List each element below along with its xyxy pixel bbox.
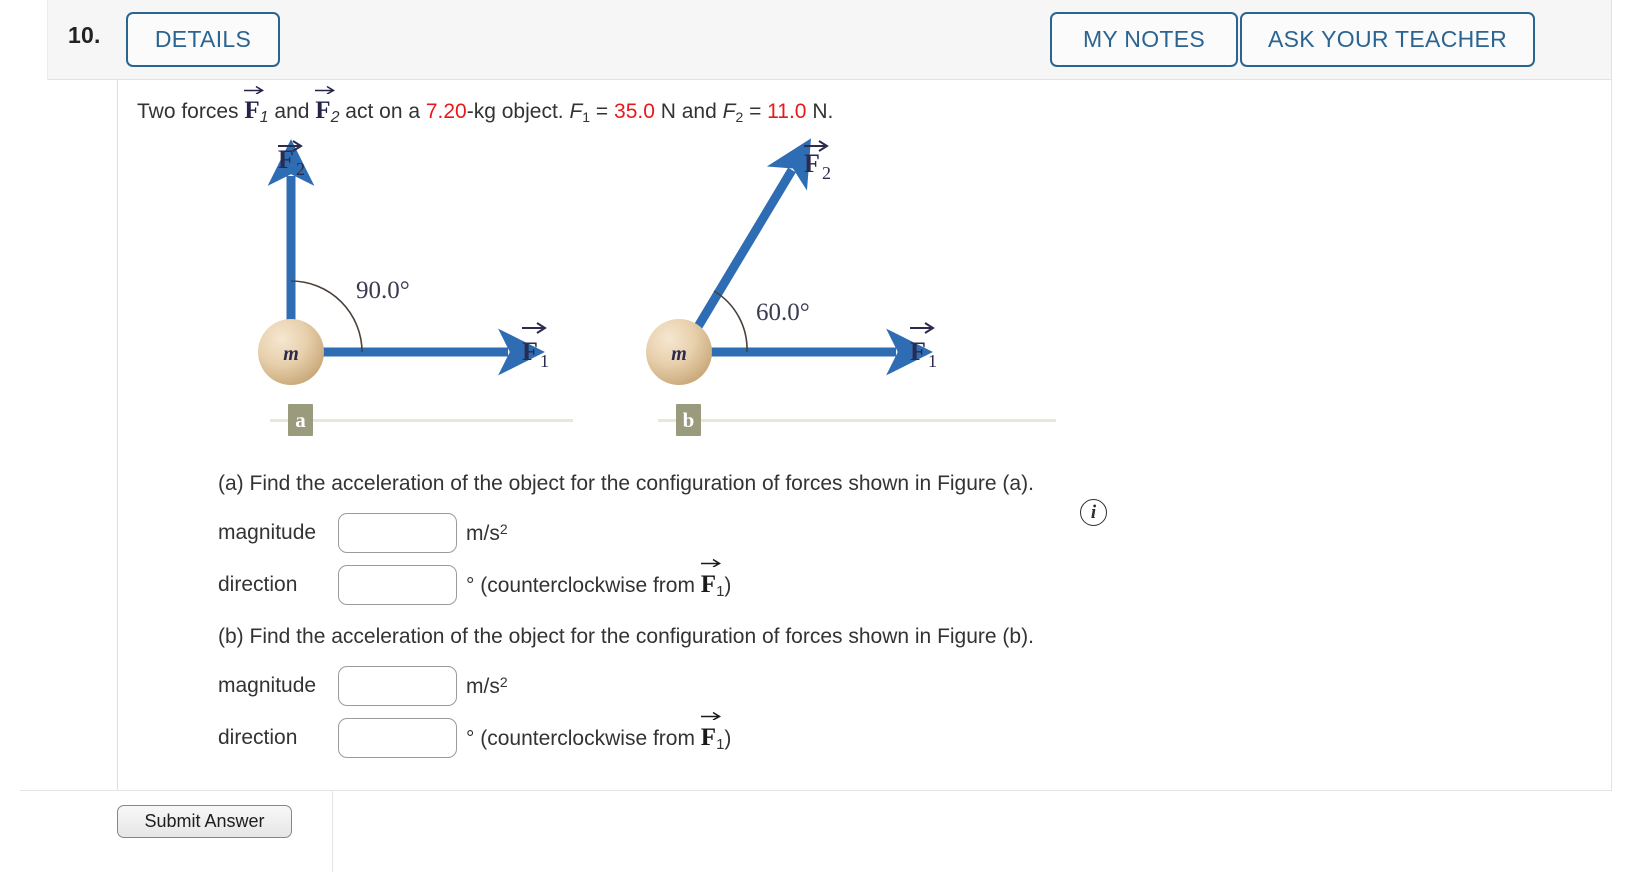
angle-label-a: 90.0°	[356, 277, 410, 304]
problem-text-3: act on a	[339, 100, 426, 123]
question-number: 10.	[68, 22, 101, 48]
vector-letter: F	[315, 97, 331, 124]
F1-value: 35.0	[614, 100, 655, 123]
overarrow-icon	[910, 322, 935, 334]
unit-exponent: 2	[499, 673, 508, 690]
part-b-direction-row: direction ° (counterclockwise from F1)	[218, 711, 1034, 758]
question-part-a: (a) Find the acceleration of the object …	[218, 472, 1034, 605]
problem-text-1: Two forces	[137, 100, 245, 123]
figure-b-F2-label: F 2	[804, 140, 831, 183]
figure-b-caption-rule	[658, 419, 1056, 422]
overarrow-icon	[700, 711, 721, 720]
part-b-direction-label: direction	[218, 726, 298, 749]
problem-statement: Two forces F1 and F2 act on a 7.20-kg ob…	[137, 85, 834, 126]
svg-text:F: F	[804, 149, 820, 178]
vector-letter: F	[700, 570, 717, 598]
direction-vector-F1: F	[700, 558, 721, 599]
part-a-magnitude-label: magnitude	[218, 521, 317, 544]
F2-subscript: 2	[296, 159, 305, 179]
overarrow-icon	[522, 322, 547, 334]
part-a-title: (a) Find the acceleration of the object …	[218, 472, 1034, 495]
figure-b-F1-label: F 1	[910, 322, 937, 371]
equals-1: =	[590, 100, 615, 123]
svg-text:F: F	[910, 337, 926, 366]
part-b-direction-unit: ° (counterclockwise from F1)	[466, 711, 732, 753]
mass-label: m	[283, 343, 299, 365]
direction-unit-text: ° (counterclockwise from	[466, 726, 701, 750]
part-a-direction-label: direction	[218, 573, 298, 596]
part-a-direction-input[interactable]	[338, 565, 457, 605]
unit-base: m/s	[466, 674, 500, 698]
figure-a-caption-rule	[270, 419, 573, 422]
vector-F1-symbol: F	[244, 85, 265, 124]
my-notes-button[interactable]: MY NOTES	[1050, 12, 1238, 67]
svg-text:F: F	[522, 337, 538, 366]
F1-subscript: 1	[540, 351, 549, 371]
angle-label-b: 60.0°	[756, 299, 810, 326]
overarrow-icon	[244, 85, 265, 94]
part-b-magnitude-row: magnitude m/s2	[218, 666, 1034, 706]
direction-close-paren: )	[724, 726, 732, 750]
part-b-title: (b) Find the acceleration of the object …	[218, 625, 1034, 648]
unit-and: N and	[654, 100, 723, 123]
info-icon[interactable]: i	[1080, 499, 1107, 526]
figure-a-F2-label: F 2	[278, 140, 305, 179]
figure-b-diagram: m F 2 F 1 60.0°	[646, 138, 937, 385]
vector-letter: F	[244, 97, 260, 124]
question-content: Two forces F1 and F2 act on a 7.20-kg ob…	[117, 80, 1612, 790]
F1-subscript: 1	[928, 351, 937, 371]
part-a-direction-unit: ° (counterclockwise from F1)	[466, 558, 732, 600]
overarrow-icon	[315, 85, 336, 94]
figure-a-F1-label: F 1	[522, 322, 549, 371]
question-part-b: (b) Find the acceleration of the object …	[218, 625, 1034, 758]
problem-text-2: and	[268, 100, 316, 123]
details-button[interactable]: DETAILS	[126, 12, 280, 67]
figure-b-caption-tag: b	[676, 404, 701, 436]
direction-unit-text: ° (counterclockwise from	[466, 573, 701, 597]
mass-label: m	[671, 343, 687, 365]
figure-panel: m F 2 F 1 90.0° m F 2 F 1 60.0° a b	[118, 128, 1613, 448]
ask-your-teacher-button[interactable]: ASK YOUR TEACHER	[1240, 12, 1535, 67]
direction-close-paren: )	[724, 573, 732, 597]
part-a-magnitude-input[interactable]	[338, 513, 457, 553]
unit-end: N.	[806, 100, 834, 123]
overarrow-icon	[700, 558, 721, 567]
direction-vector-F1: F	[700, 711, 721, 752]
F2-value: 11.0	[767, 100, 807, 123]
equals-2: =	[743, 100, 768, 123]
unit-exponent: 2	[499, 520, 508, 537]
F1-italic-symbol: F	[569, 100, 583, 123]
question-header-bar: 10. DETAILS MY NOTES ASK YOUR TEACHER	[48, 0, 1612, 80]
mass-value: 7.20	[425, 100, 467, 123]
figure-a-diagram: m F 2 F 1 90.0°	[258, 139, 549, 385]
submit-answer-button[interactable]: Submit Answer	[117, 805, 292, 838]
unit-base: m/s	[466, 521, 500, 545]
part-a-magnitude-unit: m/s2	[466, 521, 508, 546]
F1-italic-subscript: 1	[582, 109, 591, 125]
vector-F1-subscript: 1	[259, 109, 269, 126]
problem-text-4: -kg object.	[466, 100, 570, 123]
question-page: 10. DETAILS MY NOTES ASK YOUR TEACHER Tw…	[0, 0, 1640, 872]
part-b-magnitude-unit: m/s2	[466, 674, 508, 699]
F2-italic-symbol: F	[722, 100, 736, 123]
vector-letter: F	[700, 723, 717, 751]
part-a-direction-row: direction ° (counterclockwise from F1)	[218, 558, 1034, 605]
part-b-magnitude-label: magnitude	[218, 674, 317, 697]
part-b-direction-input[interactable]	[338, 718, 457, 758]
part-a-magnitude-row: magnitude m/s2	[218, 513, 1034, 553]
part-b-magnitude-input[interactable]	[338, 666, 457, 706]
vector-F2-symbol: F	[315, 85, 336, 124]
F2-subscript: 2	[822, 163, 831, 183]
figure-a-caption-tag: a	[288, 404, 313, 436]
svg-text:F: F	[278, 145, 294, 174]
